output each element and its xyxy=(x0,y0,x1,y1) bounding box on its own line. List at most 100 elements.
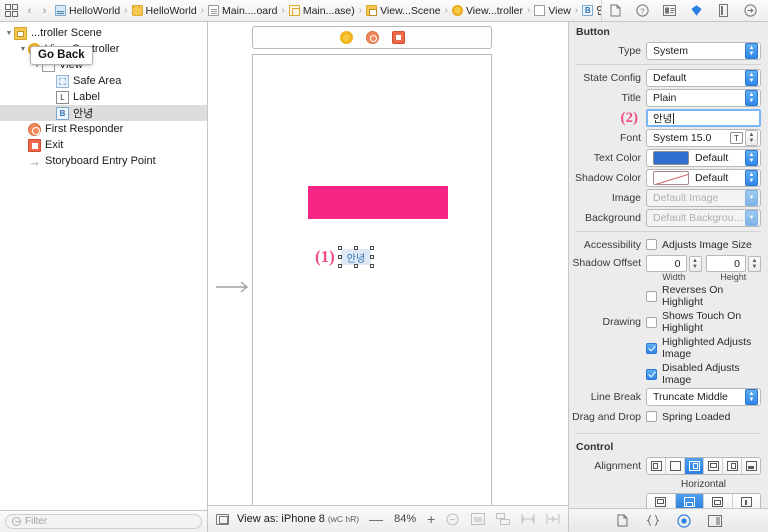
chevron-updown-icon[interactable]: ▲ ▼ xyxy=(745,90,758,106)
disclosure-triangle-icon[interactable]: ▼ xyxy=(4,30,14,37)
first-responder-dock-icon[interactable] xyxy=(365,31,379,44)
button-title-input[interactable]: 안녕 xyxy=(646,109,761,127)
exit-dock-icon[interactable] xyxy=(391,31,405,44)
media-library-tab[interactable] xyxy=(708,514,722,528)
shadow-color-select[interactable]: Default ▲ ▼ xyxy=(646,169,761,187)
vertical-alignment-segmented-control[interactable] xyxy=(646,493,761,508)
font-field[interactable]: System 15.0 T ▲ ▼ xyxy=(646,129,761,147)
background-select[interactable]: Default Background Image ▼ xyxy=(646,209,761,227)
font-picker-icon[interactable]: T xyxy=(730,132,743,144)
chevron-down-icon[interactable]: ▼ xyxy=(745,190,758,206)
align-trailing-button[interactable] xyxy=(704,458,723,474)
outline-row-exit[interactable]: ▼ Exit xyxy=(0,137,207,153)
align-leading-button[interactable] xyxy=(666,458,685,474)
breadcrumb-item-project[interactable]: HelloWorld xyxy=(54,5,121,17)
device-preview-iphone8[interactable]: (1) 안녕 xyxy=(252,54,492,505)
quick-help-inspector-tab[interactable]: ? xyxy=(629,0,656,22)
outline-row-first-responder[interactable]: ▼ First Responder xyxy=(0,121,207,137)
size-inspector-tab[interactable] xyxy=(710,0,737,22)
title-style-select[interactable]: Plain ▲ ▼ xyxy=(646,89,761,107)
text-color-swatch[interactable] xyxy=(653,151,689,165)
chevron-updown-icon[interactable]: ▲ ▼ xyxy=(745,150,758,166)
chevron-updown-icon[interactable]: ▲ ▼ xyxy=(745,170,758,186)
document-outline-toggle-button[interactable] xyxy=(216,513,229,525)
breadcrumb-item-view[interactable]: View xyxy=(533,5,572,17)
zoom-in-button[interactable]: + xyxy=(427,512,435,526)
breadcrumb-item-button[interactable]: B 안녕 xyxy=(581,3,601,18)
breadcrumb-item-storyboard[interactable]: Main...ase) xyxy=(288,5,356,17)
text-color-select[interactable]: Default ▲ ▼ xyxy=(646,149,761,167)
resize-handle-w[interactable] xyxy=(338,255,342,259)
breadcrumb-item-folder[interactable]: HelloWorld xyxy=(131,5,198,17)
chevron-updown-icon[interactable]: ▲ ▼ xyxy=(745,70,758,86)
nav-forward-button[interactable]: › xyxy=(37,5,52,17)
resolve-auto-layout-icon[interactable] xyxy=(546,513,560,525)
storyboard-canvas[interactable]: (1) 안녕 xyxy=(208,22,568,505)
chevron-updown-icon[interactable]: ▲ ▼ xyxy=(745,43,758,59)
outline-row-scene[interactable]: ▼ ...troller Scene xyxy=(0,25,207,41)
shows-touch-on-highlight-checkbox[interactable] xyxy=(646,316,657,328)
resize-handle-s[interactable] xyxy=(354,264,358,268)
align-right-button[interactable] xyxy=(723,458,742,474)
state-config-select[interactable]: Default ▲ ▼ xyxy=(646,69,761,87)
attributes-inspector-tab[interactable] xyxy=(683,0,710,22)
resize-handle-ne[interactable] xyxy=(370,246,374,250)
align-icon[interactable] xyxy=(496,513,510,525)
disabled-adjusts-image-checkbox[interactable] xyxy=(646,368,657,380)
connections-inspector-tab[interactable] xyxy=(737,0,764,22)
breadcrumb-item-view-controller[interactable]: View...troller xyxy=(451,5,524,17)
code-snippet-library-tab[interactable] xyxy=(646,514,660,528)
valign-bottom-button[interactable] xyxy=(704,494,733,508)
zoom-out-button[interactable]: — xyxy=(369,512,383,526)
line-break-select[interactable]: Truncate Middle ▲ ▼ xyxy=(646,388,761,406)
chevron-down-icon[interactable]: ▼ xyxy=(745,210,758,226)
selected-button[interactable]: 안녕 xyxy=(338,246,374,268)
outline-row-storyboard-entry-point[interactable]: ▼ → Storyboard Entry Point xyxy=(0,153,207,169)
resize-handle-e[interactable] xyxy=(370,255,374,259)
shadow-offset-height-input[interactable]: 0 xyxy=(705,255,746,272)
breadcrumb-item-scene[interactable]: View...Scene xyxy=(365,5,442,17)
file-template-library-tab[interactable] xyxy=(615,514,629,528)
identity-inspector-tab[interactable] xyxy=(656,0,683,22)
adjusts-image-size-checkbox[interactable] xyxy=(646,239,657,250)
highlighted-adjusts-image-checkbox[interactable] xyxy=(646,342,657,354)
reverses-on-highlight-checkbox[interactable] xyxy=(646,290,657,302)
outline-row-label[interactable]: ▼ L Label xyxy=(0,89,207,105)
update-frames-icon[interactable] xyxy=(446,513,460,526)
filter-input[interactable]: Filter xyxy=(5,514,202,529)
resize-handle-nw[interactable] xyxy=(338,246,342,250)
button-type-row: Type System ▲ ▼ xyxy=(569,41,768,61)
resize-handle-n[interactable] xyxy=(354,246,358,250)
jump-bar-icon[interactable] xyxy=(0,4,22,17)
valign-top-button[interactable] xyxy=(647,494,676,508)
chevron-updown-icon[interactable]: ▲ ▼ xyxy=(745,389,758,405)
chevron-updown-icon[interactable]: ▲ ▼ xyxy=(688,255,702,272)
chevron-right-icon: › xyxy=(574,5,579,16)
align-left-button[interactable] xyxy=(647,458,666,474)
disclosure-triangle-icon[interactable]: ▼ xyxy=(18,46,28,53)
embed-in-icon[interactable] xyxy=(471,513,485,525)
file-inspector-tab[interactable] xyxy=(602,0,629,22)
button-type-select[interactable]: System ▲ ▼ xyxy=(646,42,761,60)
align-center-button[interactable] xyxy=(685,458,704,474)
outline-row-button[interactable]: ▼ B 안녕 xyxy=(0,105,207,121)
object-library-tab[interactable] xyxy=(677,513,691,528)
resize-handle-se[interactable] xyxy=(370,264,374,268)
nav-back-button[interactable]: ‹ xyxy=(22,5,37,17)
shadow-offset-width-input[interactable]: 0 xyxy=(646,255,687,272)
view-controller-dock-icon[interactable] xyxy=(339,31,353,44)
chevron-updown-icon[interactable]: ▲ ▼ xyxy=(748,255,761,272)
breadcrumb-item-file[interactable]: Main....oard xyxy=(207,5,278,17)
spring-loaded-checkbox[interactable] xyxy=(646,411,657,422)
valign-fill-button[interactable] xyxy=(732,494,760,508)
shadow-color-swatch[interactable] xyxy=(653,171,689,185)
horizontal-alignment-segmented-control[interactable] xyxy=(646,457,761,475)
valign-center-button[interactable] xyxy=(675,494,704,508)
view-as-button[interactable]: View as: iPhone 8 (wC hR) xyxy=(237,513,359,525)
add-new-constraints-icon[interactable] xyxy=(521,513,535,525)
outline-row-safe-area[interactable]: ▼ Safe Area xyxy=(0,73,207,89)
image-select[interactable]: Default Image ▼ xyxy=(646,189,761,207)
chevron-updown-icon[interactable]: ▲ ▼ xyxy=(745,130,758,146)
align-fill-button[interactable] xyxy=(742,458,760,474)
resize-handle-sw[interactable] xyxy=(338,264,342,268)
